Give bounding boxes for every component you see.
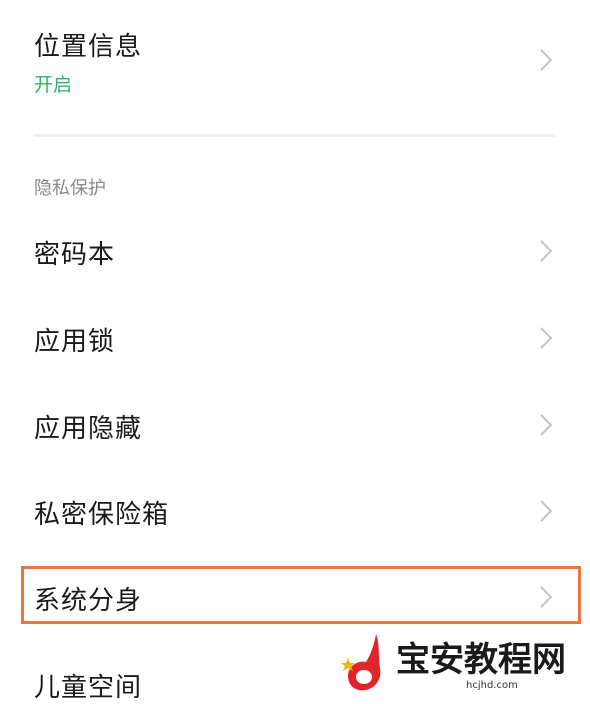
location-row[interactable]: 位置信息 开启 <box>0 0 590 120</box>
watermark: 宝安教程网 hcjhd.com <box>338 628 590 697</box>
password-book-row[interactable]: 密码本 <box>0 212 590 290</box>
divider <box>34 134 555 137</box>
private-safe-row[interactable]: 私密保险箱 <box>0 471 590 549</box>
chevron-right-icon <box>540 500 552 522</box>
watermark-logo-icon <box>341 634 381 691</box>
chevron-right-icon <box>540 327 552 349</box>
watermark-title: 宝安教程网 <box>396 640 566 680</box>
section-title: 隐私保护 <box>34 178 106 199</box>
watermark-url: hcjhd.com <box>466 680 518 691</box>
chevron-right-icon <box>540 49 552 71</box>
app-hide-row[interactable]: 应用隐藏 <box>0 385 590 463</box>
location-status: 开启 <box>34 74 73 96</box>
app-lock-label: 应用锁 <box>34 327 116 357</box>
chevron-right-icon <box>540 414 552 436</box>
location-label: 位置信息 <box>34 32 143 62</box>
highlight-box <box>21 566 581 624</box>
app-hide-label: 应用隐藏 <box>34 414 143 444</box>
private-safe-label: 私密保险箱 <box>34 500 170 530</box>
app-lock-row[interactable]: 应用锁 <box>0 298 590 376</box>
chevron-right-icon <box>540 240 552 262</box>
password-book-label: 密码本 <box>34 240 116 270</box>
kids-space-label: 儿童空间 <box>34 673 143 703</box>
